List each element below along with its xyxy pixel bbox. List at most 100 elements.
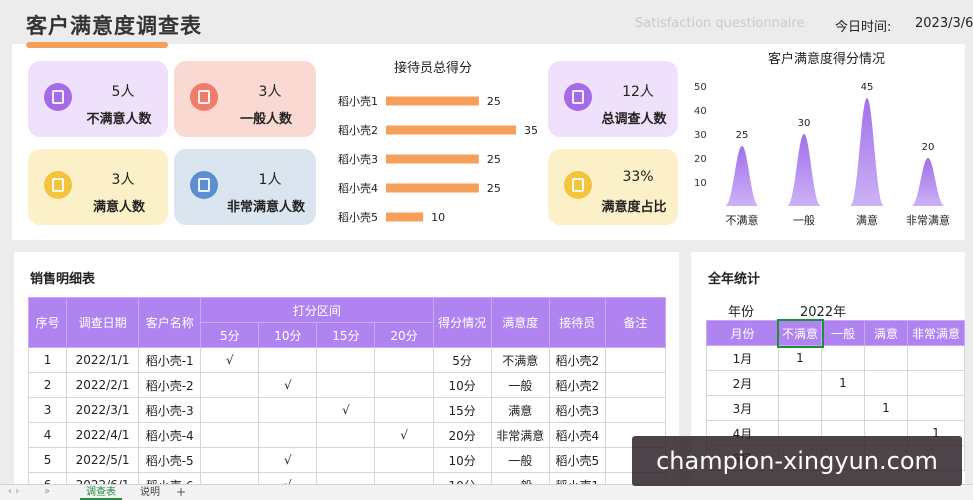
- cell-rep[interactable]: 稻小壳2: [548, 347, 606, 373]
- card-label: 满意人数: [92, 200, 145, 215]
- sheet-nav-prev-icon[interactable]: ‹ ›: [8, 486, 19, 497]
- cell-s5[interactable]: [200, 422, 260, 448]
- cell-date[interactable]: 2022/2/1: [66, 372, 140, 398]
- year-cell[interactable]: 1: [864, 395, 908, 421]
- year-col-header: 不满意: [776, 318, 824, 348]
- cell-s5[interactable]: √: [200, 347, 260, 373]
- year-value[interactable]: 2022年: [800, 301, 846, 320]
- cell-remark[interactable]: [604, 347, 667, 373]
- cell-rep[interactable]: 稻小壳5: [548, 447, 606, 473]
- card-label: 满意度占比: [601, 200, 667, 215]
- year-cell[interactable]: [778, 370, 822, 396]
- cell-sat[interactable]: 满意: [490, 397, 550, 423]
- table-row: 2 2022/2/1 稻小壳-2 √ 10分 一般 稻小壳2: [27, 372, 667, 398]
- bar: [386, 183, 479, 193]
- cell-s10[interactable]: [258, 422, 318, 448]
- cell-idx[interactable]: 1: [27, 347, 68, 373]
- cell-s15[interactable]: [316, 447, 376, 473]
- cell-s5[interactable]: [200, 372, 260, 398]
- sheet-nav-last-icon[interactable]: »: [44, 486, 50, 497]
- cell-s10[interactable]: [258, 347, 318, 373]
- cell-score[interactable]: 20分: [432, 422, 492, 448]
- ticket-icon: [564, 171, 592, 199]
- cell-rep[interactable]: 稻小壳2: [548, 372, 606, 398]
- x-category-label: 不满意: [726, 213, 759, 227]
- cell-s10[interactable]: [258, 397, 318, 423]
- cell-customer[interactable]: 稻小壳-5: [138, 447, 202, 473]
- cell-score[interactable]: 5分: [432, 347, 492, 373]
- cell-sat[interactable]: 一般: [490, 447, 550, 473]
- satisfaction-score-chart: 50 40 30 20 10 25 不满意 30 一般 45 满意 20 非常满意: [694, 82, 950, 227]
- year-cell[interactable]: [907, 345, 965, 371]
- cell-idx[interactable]: 4: [27, 422, 68, 448]
- cell-date[interactable]: 2022/5/1: [66, 447, 140, 473]
- cell-idx[interactable]: 3: [27, 397, 68, 423]
- peak: [725, 146, 759, 206]
- x-category-label: 一般: [793, 214, 815, 227]
- year-cell[interactable]: [821, 345, 865, 371]
- cell-rep[interactable]: 稻小壳4: [548, 422, 606, 448]
- cell-customer[interactable]: 稻小壳-2: [138, 372, 202, 398]
- year-cell[interactable]: 1: [778, 345, 822, 371]
- year-cell[interactable]: 1: [821, 370, 865, 396]
- cell-s10[interactable]: √: [258, 372, 318, 398]
- bar-category-label: 稻小壳4: [338, 181, 378, 195]
- cell-sat[interactable]: 非常满意: [490, 422, 550, 448]
- page-title: 客户满意度调查表: [26, 14, 202, 38]
- year-cell[interactable]: 2月: [706, 370, 779, 396]
- cell-customer[interactable]: 稻小壳-4: [138, 422, 202, 448]
- watermark: champion-xingyun.com: [632, 436, 962, 486]
- cell-date[interactable]: 2022/1/1: [66, 347, 140, 373]
- cell-s15[interactable]: [316, 372, 376, 398]
- cell-s15[interactable]: [316, 422, 376, 448]
- cell-score[interactable]: 10分: [432, 372, 492, 398]
- cell-s10[interactable]: √: [258, 447, 318, 473]
- cell-s20[interactable]: [374, 447, 434, 473]
- sheet-tab-survey[interactable]: 调查表: [80, 486, 122, 500]
- y-tick-label: 20: [694, 154, 707, 165]
- cell-customer[interactable]: 稻小壳-1: [138, 347, 202, 373]
- cell-rep[interactable]: 稻小壳3: [548, 397, 606, 423]
- year-cell[interactable]: [907, 395, 965, 421]
- year-cell[interactable]: [864, 370, 908, 396]
- col-header-index: 序号: [27, 297, 68, 348]
- cell-sat[interactable]: 不满意: [490, 347, 550, 373]
- y-tick-label: 50: [694, 82, 707, 93]
- cell-s5[interactable]: [200, 397, 260, 423]
- year-cell[interactable]: 1月: [706, 345, 779, 371]
- cell-remark[interactable]: [604, 372, 667, 398]
- cell-s15[interactable]: √: [316, 397, 376, 423]
- cell-s20[interactable]: [374, 397, 434, 423]
- sheet-tab-notes[interactable]: 说明: [134, 486, 166, 500]
- year-cell[interactable]: 3月: [706, 395, 779, 421]
- cell-idx[interactable]: 5: [27, 447, 68, 473]
- sales-table-title: 销售明细表: [30, 272, 96, 287]
- cell-idx[interactable]: 2: [27, 372, 68, 398]
- cell-score[interactable]: 10分: [432, 447, 492, 473]
- add-sheet-icon[interactable]: +: [176, 485, 186, 499]
- year-cell[interactable]: [778, 395, 822, 421]
- cell-s15[interactable]: [316, 347, 376, 373]
- cell-score[interactable]: 15分: [432, 397, 492, 423]
- cell-s20[interactable]: [374, 372, 434, 398]
- bar-chart-title: 接待员总得分: [394, 61, 473, 76]
- card-value: 33%: [622, 169, 654, 185]
- cell-date[interactable]: 2022/4/1: [66, 422, 140, 448]
- peak-value-label: 20: [922, 142, 935, 153]
- cell-remark[interactable]: [604, 397, 667, 423]
- year-cell[interactable]: [821, 395, 865, 421]
- cell-s20[interactable]: √: [374, 422, 434, 448]
- year-cell[interactable]: [864, 345, 908, 371]
- bar-category-label: 稻小壳3: [338, 152, 378, 166]
- cell-sat[interactable]: 一般: [490, 372, 550, 398]
- report-icon: [190, 171, 218, 199]
- bar-value-label: 25: [487, 153, 501, 166]
- cell-s20[interactable]: [374, 347, 434, 373]
- cell-customer[interactable]: 稻小壳-3: [138, 397, 202, 423]
- col-header-15: 15分: [316, 322, 376, 348]
- year-col-header: 非常满意: [907, 320, 965, 346]
- year-cell[interactable]: [907, 370, 965, 396]
- cell-date[interactable]: 2022/3/1: [66, 397, 140, 423]
- table-row: 1 2022/1/1 稻小壳-1 √ 5分 不满意 稻小壳2: [27, 347, 667, 373]
- cell-s5[interactable]: [200, 447, 260, 473]
